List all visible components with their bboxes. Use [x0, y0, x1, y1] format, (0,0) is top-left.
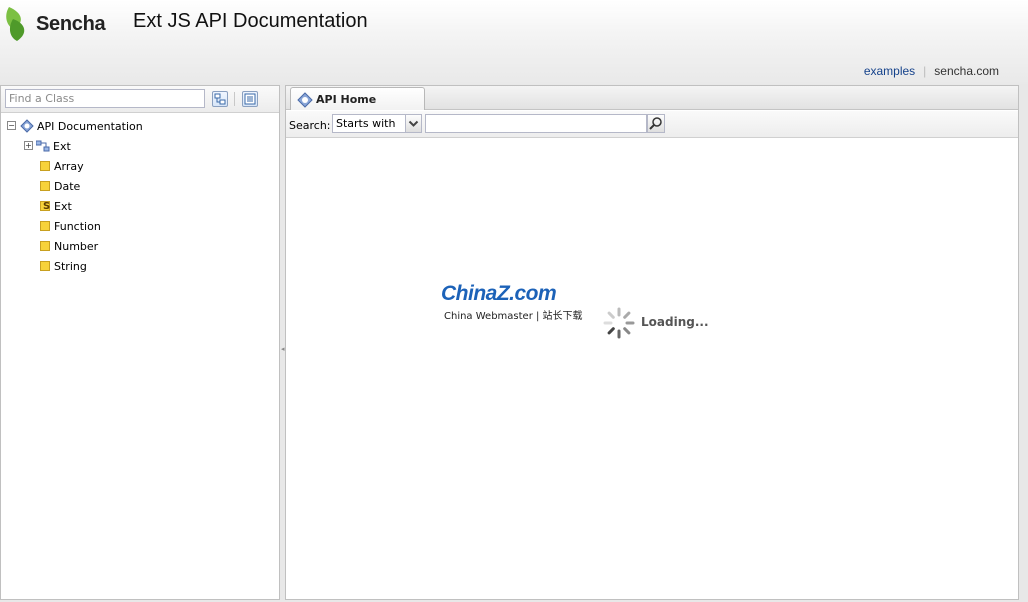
loading-spinner-icon [603, 307, 635, 339]
class-icon [40, 161, 50, 171]
leaf-icon [6, 7, 25, 41]
tree-node-label: Ext [54, 199, 72, 213]
dropdown-trigger[interactable] [405, 115, 421, 132]
tree-node-package-ext[interactable]: + Ext [1, 136, 279, 156]
class-icon [40, 181, 50, 191]
watermark-subtitle: China Webmaster | 站长下载 [444, 311, 583, 322]
link-separator: | [923, 64, 927, 78]
sencha-logo[interactable]: Sencha [3, 4, 123, 44]
tree-node-class[interactable]: Function [1, 216, 279, 236]
watermark-brand: ChinaZ.com [441, 282, 557, 305]
tree-node-class[interactable]: String [1, 256, 279, 276]
collapse-toggle-icon[interactable]: − [7, 121, 16, 130]
collapse-arrow-icon[interactable]: ◂ [281, 343, 285, 355]
collapse-all-icon [244, 93, 256, 105]
search-icon [649, 117, 662, 130]
tree-node-label: Date [54, 179, 81, 193]
search-button[interactable] [647, 114, 665, 133]
tree-node-api-documentation[interactable]: − API Documentation [1, 116, 279, 136]
examples-link[interactable]: examples [864, 64, 915, 78]
toolbar-separator [234, 92, 235, 106]
loading-text: Loading... [641, 315, 709, 329]
chevron-down-icon [408, 120, 419, 127]
chinaz-watermark: ChinaZ.com China Webmaster | 站长下载 [441, 282, 591, 326]
page-title: Ext JS API Documentation [133, 10, 368, 32]
tree-node-label: Function [54, 219, 101, 233]
tree-node-label: Array [54, 159, 84, 173]
expand-all-button[interactable] [212, 91, 228, 107]
tree-node-class[interactable]: Date [1, 176, 279, 196]
search-input[interactable] [425, 114, 647, 133]
class-tree: − API Documentation + Ext Array Date S E… [1, 116, 279, 276]
api-docs-icon [20, 119, 34, 133]
package-icon [36, 140, 50, 152]
class-icon [40, 261, 50, 271]
tree-node-label: API Documentation [37, 119, 143, 133]
expand-all-icon [214, 93, 226, 105]
search-label: Search: [289, 119, 331, 132]
tab-api-home[interactable]: API Home [290, 87, 425, 110]
find-class-input[interactable] [5, 89, 205, 108]
tree-node-singleton[interactable]: S Ext [1, 196, 279, 216]
content-panel: API Home Search: Starts with ChinaZ.com … [285, 85, 1019, 600]
tree-node-class[interactable]: Number [1, 236, 279, 256]
tab-label: API Home [316, 93, 377, 106]
class-icon [40, 241, 50, 251]
class-tree-panel: − API Documentation + Ext Array Date [0, 85, 280, 600]
logo-text: Sencha [36, 12, 106, 35]
tree-node-label: Ext [53, 139, 71, 153]
app-header: Sencha Ext JS API Documentation examples… [0, 0, 1028, 84]
tree-node-class[interactable]: Array [1, 156, 279, 176]
tab-strip: API Home [286, 86, 1018, 110]
sencha-com-link[interactable]: sencha.com [934, 64, 999, 78]
singleton-marker: S [43, 201, 51, 212]
tree-node-label: String [54, 259, 87, 273]
expand-toggle-icon[interactable]: + [24, 141, 33, 150]
tree-node-label: Number [54, 239, 99, 253]
search-toolbar: Search: Starts with [286, 111, 1018, 138]
header-links: examples | sencha.com [864, 64, 999, 78]
class-icon [40, 221, 50, 231]
collapse-all-button[interactable] [242, 91, 258, 107]
search-mode-value: Starts with [336, 117, 396, 130]
tree-toolbar [1, 86, 279, 113]
search-mode-select[interactable]: Starts with [332, 114, 422, 133]
api-home-icon [297, 92, 313, 108]
